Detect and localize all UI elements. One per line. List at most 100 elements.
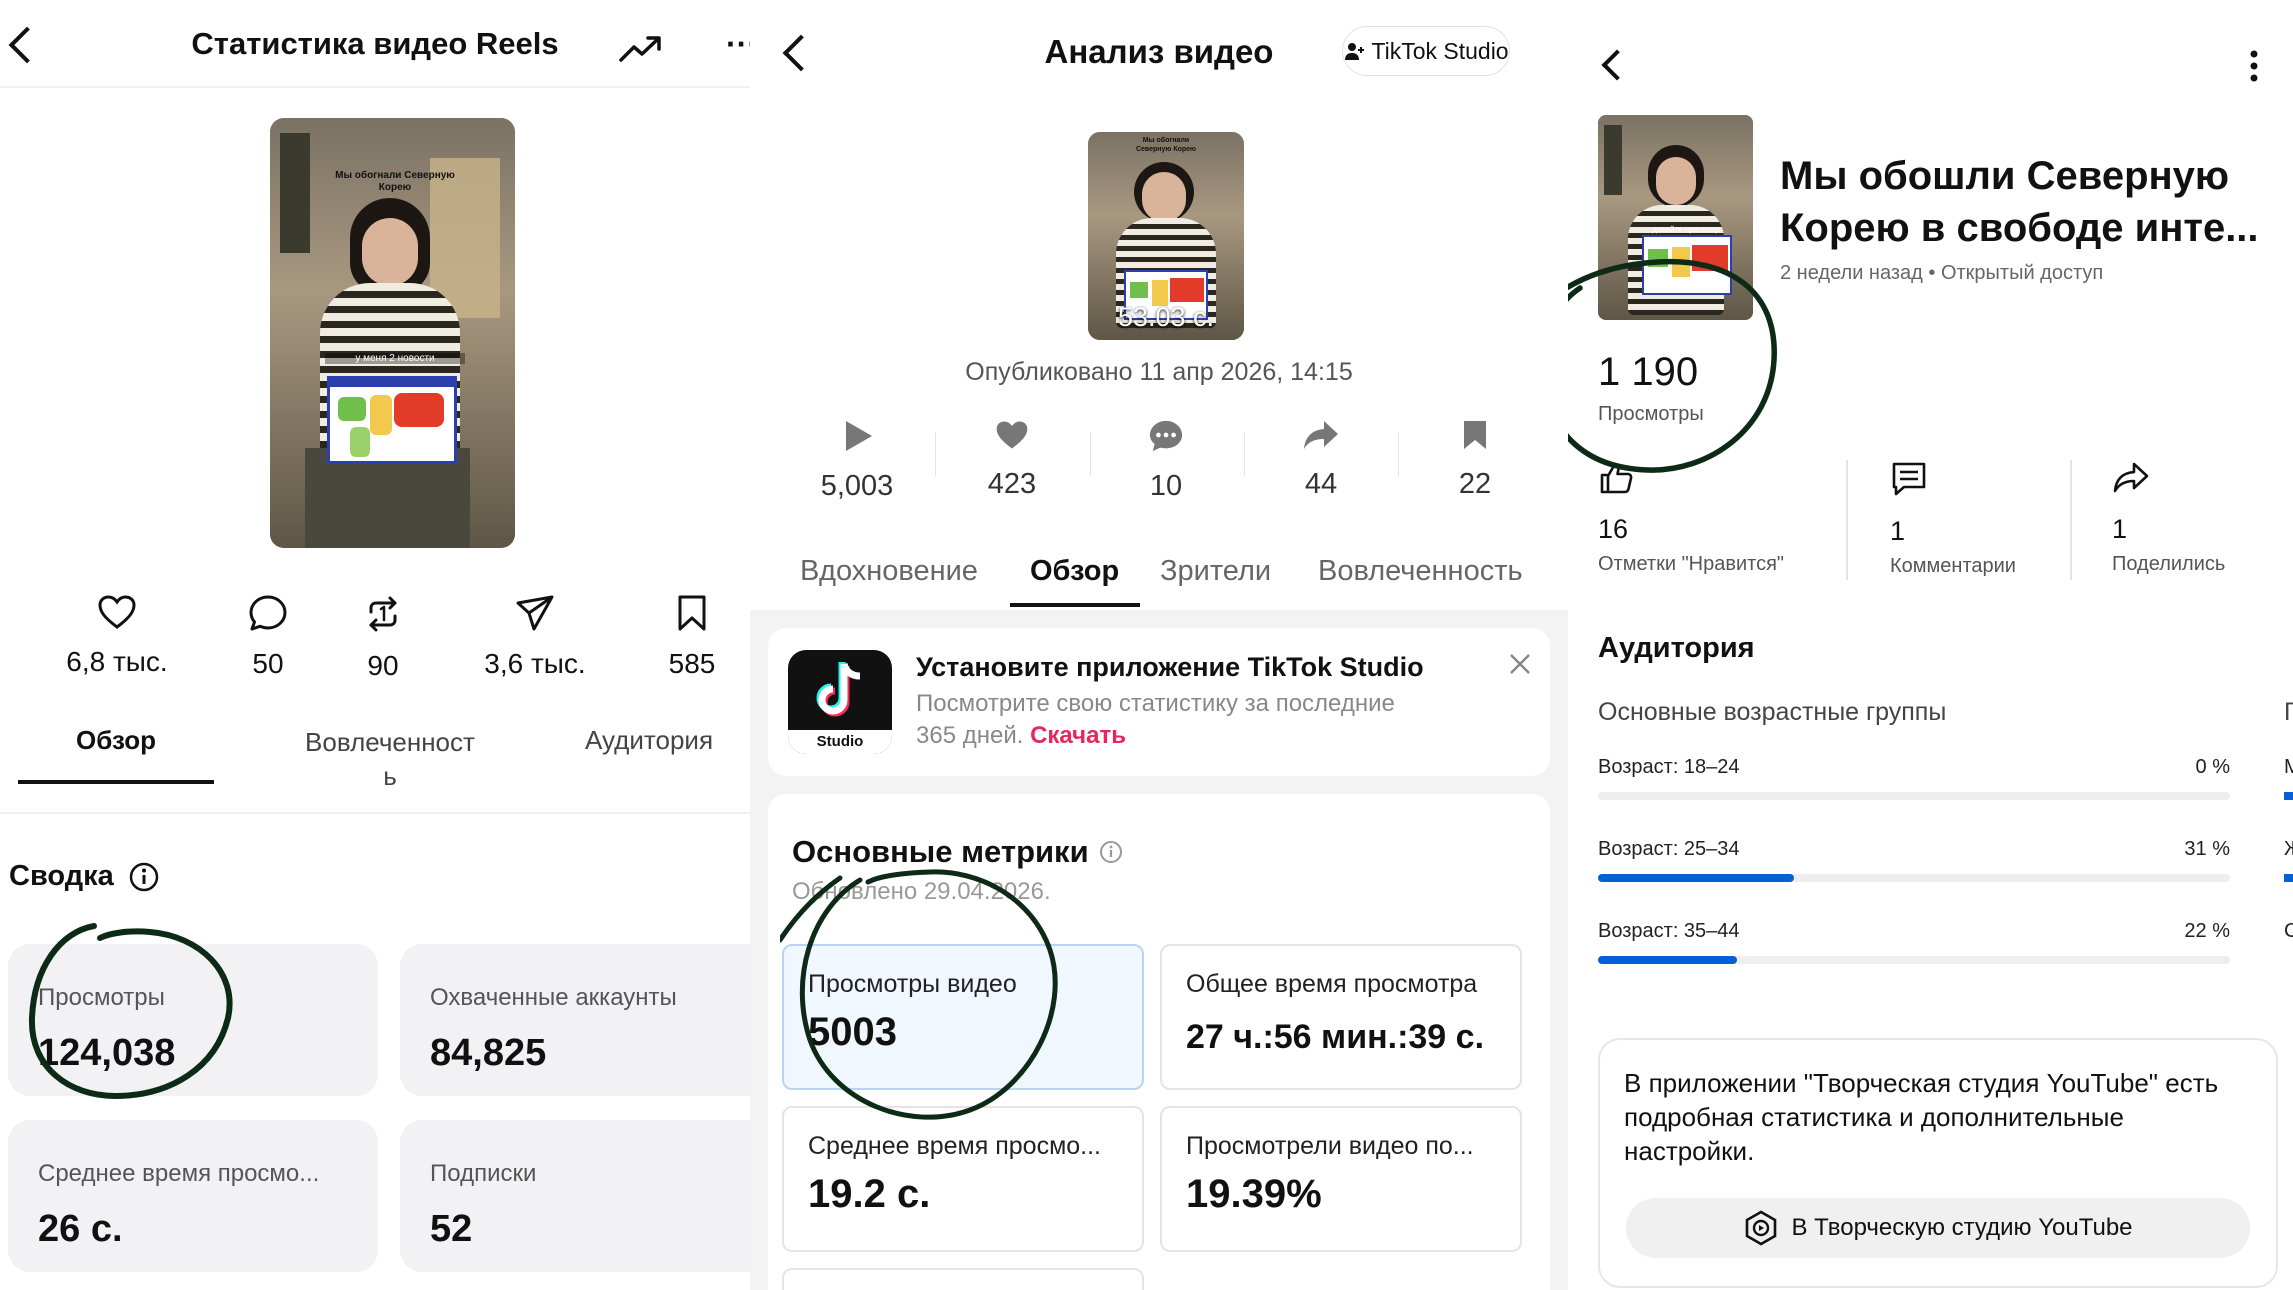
video-title-line-1: Мы обошли Северную <box>1780 154 2230 198</box>
reel-thumbnail[interactable]: Мы обогнали Северную Корею у меня 2 ново… <box>270 118 515 548</box>
stat-divider <box>1398 432 1399 476</box>
thumb-caption-top: Мы обогнали Северную Корею <box>335 170 455 193</box>
cut-column-letter: Г <box>2284 698 2293 726</box>
tab-viewers[interactable]: Зрители <box>1160 555 1271 588</box>
published-date: Опубликовано 11 апр 2026, 14:15 <box>965 358 1353 386</box>
video-duration: 53.03 с. <box>1117 302 1215 332</box>
metrics-updated: Обновлено 29.04.2026. <box>792 878 1051 905</box>
info-icon[interactable] <box>1099 840 1123 864</box>
tab-engagement-label-1: Вовлеченност <box>305 727 475 757</box>
reposts-stat: 90 <box>308 594 458 682</box>
avg-watch-time-card[interactable]: Среднее время просмо... 19.2 с. <box>782 1106 1144 1252</box>
tab-audience[interactable]: Аудитория <box>585 725 745 756</box>
heart-icon <box>996 421 1028 449</box>
cut-bar-fill <box>2284 874 2293 882</box>
likes-value: 16 <box>1598 514 1629 544</box>
reached-accounts-card[interactable]: Охваченные аккаунты 84,825 <box>400 944 750 1096</box>
map-image <box>327 376 457 464</box>
download-link[interactable]: Скачать <box>1030 722 1126 749</box>
follows-value: 52 <box>430 1208 473 1250</box>
video-meta: 2 недели назад • Открытый доступ <box>1780 262 2104 284</box>
trending-icon[interactable] <box>618 34 664 64</box>
header-divider <box>0 86 750 88</box>
tab-engagement[interactable]: Вовлеченност ь <box>270 725 510 793</box>
tab-inspiration[interactable]: Вдохновение <box>800 555 978 588</box>
tab-overview[interactable]: Обзор <box>1030 555 1119 588</box>
views-card[interactable]: Просмотры 124,038 <box>8 944 378 1096</box>
likes-value: 6,8 тыс. <box>66 646 168 677</box>
full-watch-rate-card[interactable]: Просмотрели видео по... 19.39% <box>1160 1106 1522 1252</box>
shares-stat[interactable]: 1 Поделились <box>2112 460 2282 576</box>
saves-stat: 22 <box>1400 418 1550 501</box>
follows-card[interactable]: Подписки 52 <box>400 1120 750 1272</box>
share-icon <box>2113 462 2149 493</box>
age-percent: 0 % <box>2195 756 2230 778</box>
studio-logo-label: Studio <box>788 730 892 754</box>
age-label: Возраст: 18–24 <box>1598 756 1740 778</box>
avg-watch-time-value: 26 с. <box>38 1208 123 1250</box>
avg-watch-time-card[interactable]: Среднее время просмо... 26 с. <box>8 1120 378 1272</box>
video-thumbnail[interactable]: давайте просмотр <box>1598 115 1753 320</box>
comments-value: 1 <box>1890 516 1906 546</box>
age-bar-fill <box>1598 956 1738 964</box>
plays-value: 5,003 <box>820 470 894 502</box>
saves-value: 585 <box>668 648 716 679</box>
tiktok-studio-button[interactable]: TikTok Studio <box>1342 26 1510 76</box>
likes-stat: 6,8 тыс. <box>42 594 192 678</box>
video-views-value: 5003 <box>808 1010 897 1054</box>
age-bar-fill <box>1598 874 1794 882</box>
comments-value: 10 <box>1149 470 1183 502</box>
stat-divider <box>1090 432 1091 476</box>
summary-title: Сводка <box>9 860 114 892</box>
more-vert-icon[interactable] <box>2248 48 2260 84</box>
open-youtube-studio-label: В Творческую студию YouTube <box>1791 1214 2133 1241</box>
metrics-heading: Основные метрики <box>792 834 1123 870</box>
youtube-studio-promo-card: В приложении "Творческая студия YouTube"… <box>1598 1038 2278 1288</box>
age-row: Возраст: 35–44 22 % <box>1598 920 2238 964</box>
saves-value: 22 <box>1458 468 1492 500</box>
age-bar <box>1598 956 2230 964</box>
reposts-value: 90 <box>367 650 399 681</box>
views-value: 1 190 <box>1598 350 1699 394</box>
avg-watch-time-label: Среднее время просмо... <box>38 1160 320 1187</box>
likes-stat[interactable]: 16 Отметки "Нравится" <box>1598 460 1818 576</box>
age-row: Возраст: 18–24 0 % <box>1598 756 2238 800</box>
age-label: Возраст: 25–34 <box>1598 838 1740 860</box>
shares-value: 3,6 тыс. <box>484 648 586 679</box>
shares-stat: 44 <box>1246 418 1396 501</box>
cut-column-letter: С <box>2284 920 2293 942</box>
age-label: Возраст: 35–44 <box>1598 920 1740 942</box>
close-icon[interactable] <box>1508 652 1532 676</box>
back-chevron-icon[interactable] <box>1601 49 1633 81</box>
stat-divider <box>2070 460 2072 580</box>
thumb-caption-top: Мы обогнали Северную Корею <box>1135 137 1197 153</box>
active-tab-indicator <box>18 780 214 784</box>
comments-stat[interactable]: 1 Комментарии <box>1890 460 2110 578</box>
summary-heading: Сводка <box>9 860 160 893</box>
tiktok-studio-label: TikTok Studio <box>1371 37 1509 64</box>
tab-engagement[interactable]: Вовлеченность <box>1318 555 1523 588</box>
youtube-video-analytics-screen: давайте просмотр Мы обошли Северную Коре… <box>1568 0 2293 1290</box>
tab-overview[interactable]: Обзор <box>18 725 214 756</box>
info-icon[interactable] <box>128 861 160 893</box>
repost-icon <box>369 596 397 632</box>
total-watch-time-card[interactable]: Общее время просмотра 27 ч.:56 мин.:39 с… <box>1160 944 1522 1090</box>
banner-text-line2: 365 дней. Скачать <box>916 722 1126 750</box>
play-icon <box>846 421 872 451</box>
follows-label: Подписки <box>430 1160 537 1187</box>
video-views-card[interactable]: Просмотры видео 5003 <box>782 944 1144 1090</box>
comment-icon <box>249 595 287 631</box>
cut-column-letter: М <box>2284 756 2293 778</box>
tiktok-note-icon <box>816 662 861 717</box>
video-thumbnail[interactable]: Мы обогнали Северную Корею 53.03 с. <box>1088 132 1244 340</box>
metrics-title: Основные метрики <box>792 834 1089 869</box>
reached-accounts-label: Охваченные аккаунты <box>430 984 677 1011</box>
bookmark-icon <box>678 595 706 631</box>
next-metric-card[interactable] <box>782 1268 1144 1290</box>
install-studio-banner[interactable]: Studio Установите приложение TikTok Stud… <box>768 628 1550 776</box>
tab-engagement-label-2: ь <box>383 761 397 791</box>
likes-stat: 423 <box>937 418 1087 501</box>
age-percent: 31 % <box>2184 838 2230 860</box>
more-menu-icon[interactable]: ··· <box>726 26 750 63</box>
open-youtube-studio-button[interactable]: В Творческую студию YouTube <box>1626 1198 2250 1258</box>
